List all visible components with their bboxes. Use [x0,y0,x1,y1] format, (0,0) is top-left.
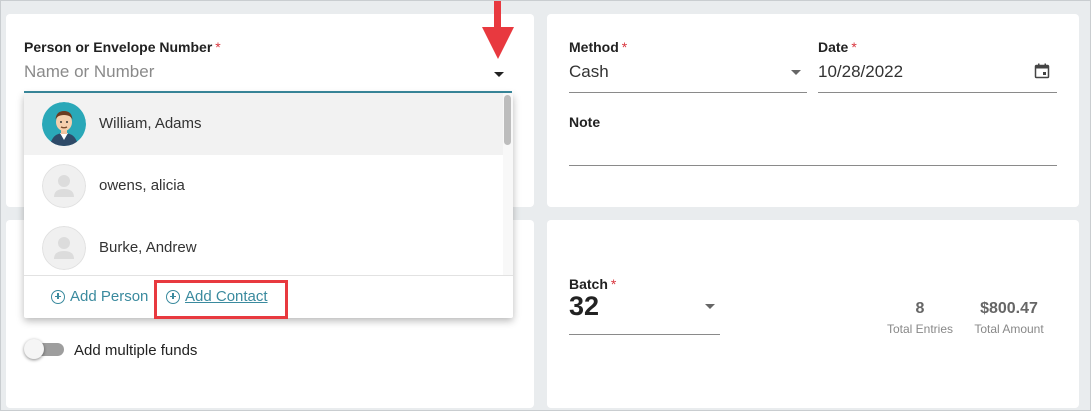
multiple-funds-label: Add multiple funds [74,342,198,359]
method-field-underline [569,92,807,93]
scrollbar-thumb[interactable] [504,95,511,145]
method-select[interactable]: Cash [569,62,609,82]
total-entries-value: 8 [915,300,925,317]
app-frame: Person or Envelope Number * Name or Numbe… [0,0,1091,411]
annotation-arrow-icon [482,1,514,59]
date-label-text: Date [818,39,849,55]
date-field-underline [818,92,1057,93]
required-mark: * [851,39,857,55]
add-circle-icon [51,289,65,304]
dropdown-option[interactable]: William, Adams [24,93,503,155]
add-person-link[interactable]: Add Person [51,288,148,305]
calendar-icon[interactable] [1034,63,1050,79]
required-mark: * [215,39,221,55]
batch-label-text: Batch [569,276,608,292]
option-name: owens, alicia [99,177,185,194]
person-field-label: Person or Envelope Number * [24,39,221,55]
dropdown-option[interactable]: owens, alicia [24,155,503,217]
add-person-label: Add Person [70,288,149,305]
note-input[interactable] [569,135,1057,161]
option-name: William, Adams [99,115,202,132]
method-label-text: Method [569,39,619,55]
method-dropdown-caret-icon[interactable] [791,70,801,75]
person-label-text: Person or Envelope Number [24,39,213,55]
annotation-highlight-box [154,280,288,319]
person-input[interactable]: Name or Number [24,62,494,82]
date-input[interactable]: 10/28/2022 [818,62,903,82]
required-mark: * [610,276,617,292]
male-avatar-icon [42,102,86,146]
note-field-underline [569,165,1057,166]
total-amount-label: Total Amount [974,322,1044,336]
required-mark: * [621,39,628,55]
method-field-label: Method * [569,39,627,55]
total-amount-value: $800.47 [980,300,1038,317]
dropdown-option[interactable]: Burke, Andrew [24,217,503,279]
total-entries-label: Total Entries [886,322,954,336]
batch-field-label: Batch * [569,276,616,292]
date-field-label: Date * [818,39,857,55]
option-name: Burke, Andrew [99,239,197,256]
batch-select[interactable]: 32 [569,291,599,322]
placeholder-avatar-icon [42,226,86,270]
multiple-funds-toggle[interactable] [24,339,64,359]
batch-dropdown-caret-icon[interactable] [705,304,715,309]
toggle-knob [24,339,44,359]
placeholder-avatar-icon [42,164,86,208]
note-field-label: Note [569,114,601,130]
person-dropdown-caret-icon[interactable] [494,72,504,77]
dropdown-scrollbar[interactable] [503,93,513,275]
batch-field-underline [569,334,720,335]
